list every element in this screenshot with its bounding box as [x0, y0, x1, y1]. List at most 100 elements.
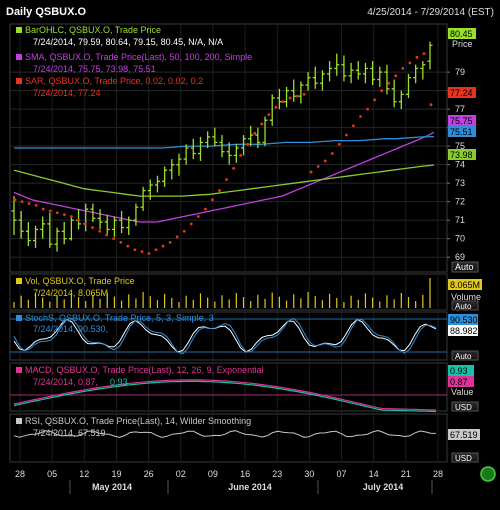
ohlc-bar	[391, 79, 397, 108]
ohlc-bar	[284, 86, 290, 108]
sar-dot	[401, 67, 405, 70]
bar-legend-values: 7/24/2014, 79.59, 80.64, 79.15, 80.45, N…	[33, 37, 223, 47]
volume-bar	[242, 297, 245, 308]
sar-dot	[77, 218, 80, 222]
ohlc-bar	[169, 159, 175, 180]
sar-dot	[260, 122, 264, 126]
volume-bar	[407, 297, 410, 308]
volume-bar	[77, 297, 80, 308]
volume-bar	[192, 299, 194, 308]
sar-dot	[41, 207, 45, 211]
ohlc-bar	[420, 61, 426, 80]
ma-line-sma200	[13, 164, 435, 197]
rsi-legend-values: 7/24/2014, 67.519	[33, 428, 106, 438]
date-tick-label: 28	[433, 469, 443, 479]
ohlc-bar	[233, 144, 239, 163]
volume-bar	[429, 278, 431, 308]
sar-dot	[316, 165, 320, 168]
sar-dot	[112, 237, 116, 241]
date-tick-label: 28	[15, 469, 25, 479]
volume-bar	[364, 293, 367, 308]
sar-dot	[70, 215, 73, 218]
ohlc-bar	[405, 73, 411, 99]
ohlc-bar	[18, 210, 24, 239]
ohlc-bar	[341, 55, 347, 82]
volume-bar	[372, 297, 374, 308]
date-tick-label: 09	[208, 469, 218, 479]
sar-dot	[253, 131, 257, 135]
ohlc-bar	[154, 175, 160, 193]
sar-dot	[429, 103, 433, 107]
volume-bar	[278, 296, 280, 308]
price-legend: BarOHLC, QSBUX.O, Trade Price 7/24/2014,…	[16, 25, 252, 98]
sar-dot	[126, 244, 130, 248]
stoch-auto-label: Auto	[455, 352, 472, 361]
sma200-tag: 73.98	[450, 150, 473, 160]
y-tick-label: 79	[455, 67, 465, 77]
volume-bar	[221, 295, 223, 308]
macd-legend-text: MACD, QSBUX.O, Trade Price(Last), 12, 26…	[25, 365, 264, 375]
stoch-d-tag: 88.982	[450, 326, 478, 336]
sar-dot	[387, 81, 391, 85]
chart-canvas[interactable]: Daily QSBUX.O 4/25/2014 - 7/29/2014 (EST…	[0, 0, 500, 510]
sar-dot	[246, 142, 250, 146]
ohlc-bar	[327, 61, 333, 82]
volume-bar	[293, 294, 295, 308]
sar-dot	[175, 235, 179, 239]
price-axis-label: Price	[452, 39, 473, 49]
sar-dot	[84, 222, 87, 226]
volume-bar	[120, 300, 123, 308]
sar-dot	[373, 98, 376, 102]
ohlc-bar	[54, 227, 60, 252]
volume-bar	[42, 297, 44, 308]
volume-bar	[336, 297, 338, 308]
volume-bar	[185, 295, 187, 308]
ohlc-bar	[183, 144, 189, 165]
volume-bar	[99, 298, 101, 308]
sar-dot	[161, 244, 165, 248]
sma-legend-swatch	[16, 54, 22, 60]
volume-bar	[379, 301, 381, 308]
rsi-legend-text: RSI, QSBUX.O, Trade Price(Last), 14, Wil…	[25, 416, 251, 426]
sar-dot	[394, 74, 398, 78]
ohlc-bar	[312, 66, 318, 89]
ohlc-bar	[362, 62, 368, 84]
sma-legend-text: SMA, QSBUX.O, Trade Price(Last), 50, 100…	[25, 52, 252, 62]
vol-tag: 8.065M	[450, 280, 480, 290]
sar-dot	[62, 213, 66, 217]
stoch-panel: StochS, QSBUX.O, Trade Price, 5, 3, Simp…	[16, 313, 479, 361]
rsi-legend-swatch	[16, 418, 22, 424]
rsi-panel: RSI, QSBUX.O, Trade Price(Last), 14, Wil…	[16, 416, 480, 463]
ohlc-bar	[384, 64, 390, 95]
volume-bar	[128, 294, 130, 308]
sar-dot	[13, 198, 17, 202]
ohlc-bar	[133, 203, 139, 226]
status-indicator-icon[interactable]	[480, 466, 496, 482]
ohlc-bar	[298, 81, 304, 104]
volume-bar	[178, 302, 180, 308]
macd-legend-swatch	[16, 367, 22, 373]
ohlc-bar	[427, 41, 433, 70]
vol-legend-swatch	[16, 278, 22, 284]
date-tick-label: 19	[111, 469, 121, 479]
y-tick-label: 72	[455, 197, 465, 207]
volume-bar	[357, 299, 359, 308]
y-tick-label: 74	[455, 160, 465, 170]
volume-bar	[250, 301, 252, 308]
volume-bar	[415, 301, 417, 308]
date-range: 4/25/2014 - 7/29/2014 (EST)	[367, 7, 494, 18]
month-label: July 2014	[363, 482, 404, 492]
volume-bar	[171, 297, 173, 308]
macd-panel: MACD, QSBUX.O, Trade Price(Last), 12, 26…	[16, 365, 479, 412]
sar-dot	[196, 215, 200, 218]
macd-auto-label: USD	[455, 403, 472, 412]
ohlc-bar	[162, 166, 168, 187]
volume-bar	[228, 299, 230, 308]
sar-dot	[380, 89, 384, 93]
ohlc-bar	[398, 90, 404, 110]
volume-bar	[271, 292, 273, 308]
volume-bar	[235, 293, 237, 308]
sar-dot	[359, 115, 362, 118]
ohlc-bar	[248, 125, 254, 147]
sar-dot	[288, 96, 292, 100]
